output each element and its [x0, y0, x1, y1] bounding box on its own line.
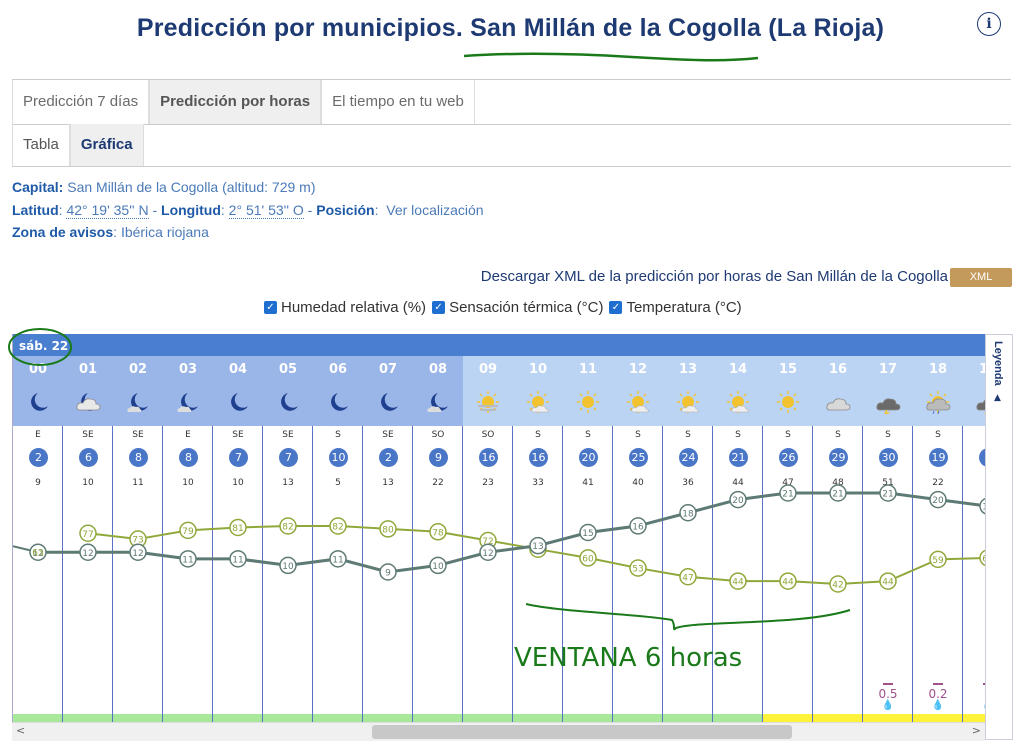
temp-point-label: 9 [385, 569, 391, 579]
handwritten-underline [463, 52, 759, 62]
main-tabs: Predicción 7 días Predicción por horas E… [12, 79, 1011, 125]
series-lines: 7773798182828078726660534744444244596012… [13, 484, 986, 593]
capital-label: Capital: [12, 179, 64, 195]
tab-prediccion-7-dias[interactable]: Predicción 7 días [12, 80, 150, 124]
humidity-point-label: 44 [732, 578, 744, 588]
temp-point-label: 18 [682, 509, 694, 519]
capital-value: San Millán de la Cogolla (altitud: 729 m… [67, 179, 316, 195]
capital-line: Capital: San Millán de la Cogolla (altit… [12, 179, 315, 195]
title-place: San Millán de la Cogolla (La Rioja) [470, 14, 885, 42]
temp-point-label: 21 [882, 490, 893, 500]
check-icon: ✓ [609, 301, 623, 314]
check-icon: ✓ [432, 301, 446, 314]
scroll-right-icon[interactable]: > [972, 724, 981, 737]
tab-grafica[interactable]: Gráfica [69, 124, 144, 166]
humidity-point-label: 42 [832, 581, 843, 591]
page-title: Predicción por municipios. San Millán de… [0, 14, 1021, 43]
temp-point-label: 10 [282, 562, 294, 572]
scroll-thumb[interactable] [372, 725, 792, 739]
legend-arrow-icon: ▲ [994, 393, 1001, 403]
temp-point-label: 12 [482, 549, 493, 559]
legend-panel[interactable]: Leyenda ▲ [985, 334, 1013, 740]
humidity-point-label: 59 [932, 556, 944, 566]
temp-point-label: 10 [432, 562, 444, 572]
humidity-point-label: 47 [682, 573, 693, 583]
humidity-point-label: 60 [582, 554, 594, 564]
title-prefix: Predicción por municipios. [136, 14, 463, 42]
checkbox-humedad[interactable]: ✓ Humedad relativa (%) [264, 299, 426, 316]
temp-point-label: 11 [232, 555, 243, 565]
temp-point-label: 20 [932, 496, 944, 506]
legend-label: Leyenda [992, 341, 1004, 386]
humidity-point-label: 79 [182, 527, 194, 537]
download-xml-text[interactable]: Descargar XML de la predicción por horas… [481, 268, 948, 285]
humidity-point-label: 81 [232, 524, 243, 534]
lon-value: 2° 51' 53'' O [228, 202, 304, 219]
checkbox-sensacion[interactable]: ✓ Sensación térmica (°C) [432, 299, 603, 316]
humidity-first-label: 63 [32, 548, 43, 558]
humidity-point-label: 44 [882, 578, 894, 588]
checkbox-label: Humedad relativa (%) [281, 299, 427, 316]
temp-point-label: 21 [782, 490, 793, 500]
zona-line: Zona de avisos: Ibérica riojana [12, 224, 209, 240]
zona-label: Zona de avisos [12, 224, 114, 240]
temp-point-label: 20 [732, 496, 744, 506]
ver-localizacion-link[interactable]: Ver localización [386, 202, 483, 218]
checkbox-temperatura[interactable]: ✓ Temperatura (°C) [609, 299, 742, 316]
lat-label: Latitud [12, 202, 59, 218]
temp-point-label: 15 [582, 529, 593, 539]
humidity-point-label: 53 [632, 565, 643, 575]
temp-point-label: 13 [532, 542, 543, 552]
humidity-point-label: 80 [382, 525, 394, 535]
zona-value: Ibérica riojana [120, 224, 209, 240]
xml-button[interactable]: XML [950, 268, 1012, 287]
temp-point-label: 16 [632, 522, 644, 532]
humidity-point-label: 44 [782, 578, 794, 588]
lat-value: 42° 19' 35'' N [66, 202, 149, 219]
temp-point-label: 11 [332, 555, 343, 565]
temp-point-label: 11 [182, 555, 193, 565]
humidity-point-label: 82 [332, 523, 343, 533]
hourly-chart: sáb. 22 00 E 2 9 01 SE 6 10 02 SE 8 11 03 E 8 10 04 SE 7 10… [12, 334, 986, 740]
coords-line: Latitud: 42° 19' 35'' N - Longitud: 2° 5… [12, 202, 484, 219]
scroll-left-icon[interactable]: < [16, 724, 25, 737]
lon-label: Longitud [161, 202, 221, 218]
temp-point-label: 12 [132, 549, 143, 559]
sub-tabs: Tabla Gráfica [12, 124, 1011, 167]
tab-tiempo-en-tu-web[interactable]: El tiempo en tu web [321, 80, 475, 124]
tab-tabla[interactable]: Tabla [12, 124, 70, 166]
chart-scrollbar[interactable]: < > [12, 722, 985, 741]
info-icon[interactable]: i [977, 12, 1001, 36]
check-icon: ✓ [264, 301, 277, 314]
temp-point-label: 21 [832, 490, 843, 500]
temp-point-label: 12 [82, 549, 93, 559]
humidity-point-label: 78 [432, 528, 444, 538]
pos-label: Posición [316, 202, 375, 218]
tab-prediccion-por-horas[interactable]: Predicción por horas [149, 80, 322, 124]
checkbox-label: Temperatura (°C) [626, 299, 742, 316]
checkbox-label: Sensación térmica (°C) [449, 299, 604, 316]
humidity-point-label: 77 [82, 530, 93, 540]
series-checkboxes: ✓ Humedad relativa (%) ✓ Sensación térmica… [264, 299, 742, 316]
humidity-point-label: 82 [282, 523, 293, 533]
